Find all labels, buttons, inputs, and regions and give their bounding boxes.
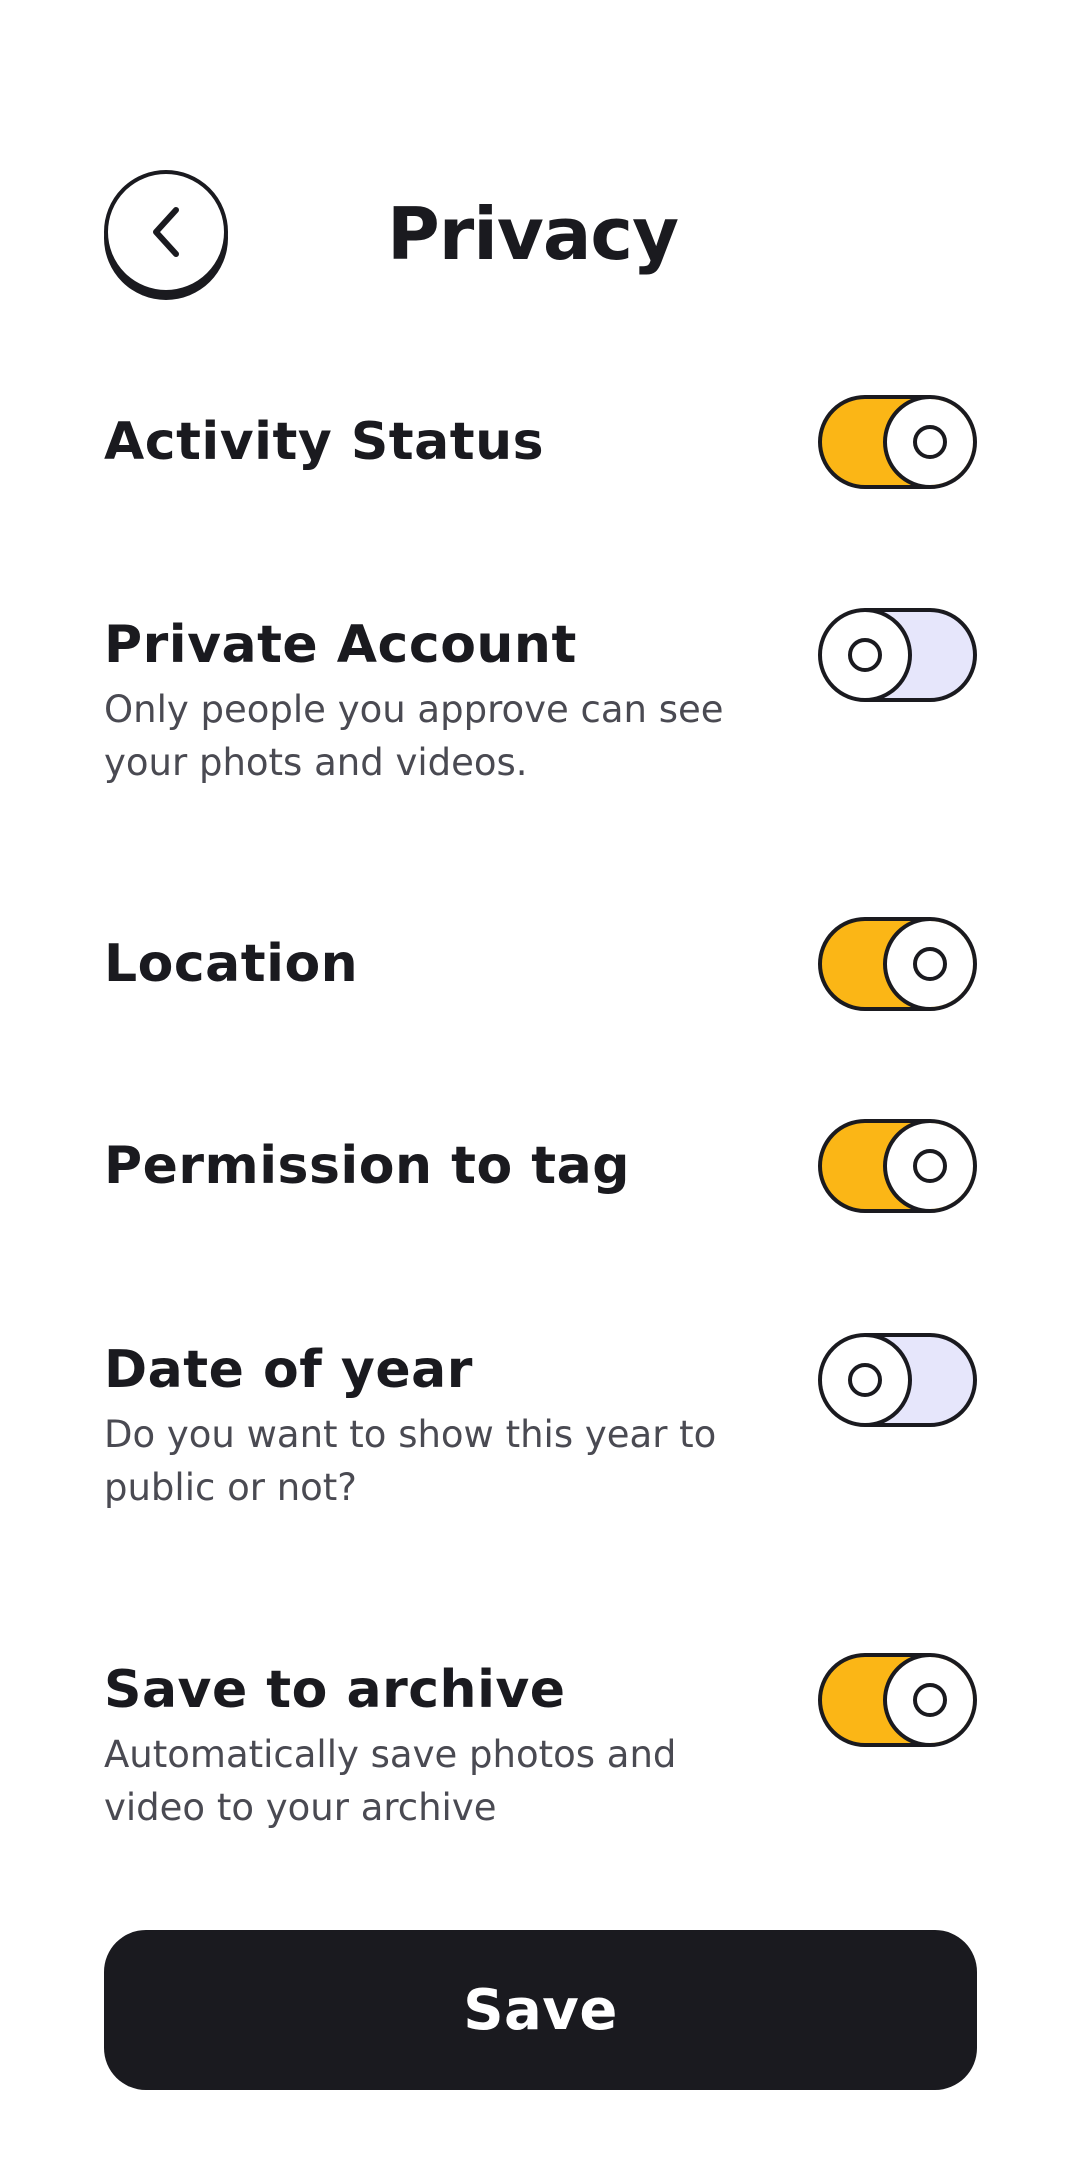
setting-title: Date of year	[104, 1340, 473, 1400]
page-title: Privacy	[386, 192, 679, 276]
toggle-knob-dot	[913, 947, 947, 981]
toggle-knob	[822, 1337, 912, 1423]
permission-to-tag-toggle[interactable]	[818, 1119, 977, 1213]
setting-description: Only people you approve can see your pho…	[104, 688, 724, 784]
activity-status-toggle[interactable]	[818, 395, 977, 489]
location-toggle[interactable]	[818, 917, 977, 1011]
date-of-year-toggle[interactable]	[818, 1333, 977, 1427]
toggle-knob-dot	[913, 1683, 947, 1717]
toggle-knob-dot	[848, 638, 882, 672]
setting-title: Private Account	[104, 615, 577, 675]
setting-title: Save to archive	[104, 1660, 566, 1720]
setting-description: Do you want to show this year to public …	[104, 1413, 717, 1509]
toggle-knob-dot	[913, 1149, 947, 1183]
setting-title: Activity Status	[104, 412, 545, 472]
setting-title: Permission to tag	[104, 1136, 630, 1196]
toggle-knob	[883, 1123, 973, 1209]
save-to-archive-toggle[interactable]	[818, 1653, 977, 1747]
toggle-knob	[883, 921, 973, 1007]
private-account-toggle[interactable]	[818, 608, 977, 702]
setting-title: Location	[104, 934, 359, 994]
toggle-knob-dot	[848, 1363, 882, 1397]
toggle-knob	[883, 1657, 973, 1743]
toggle-knob	[883, 399, 973, 485]
toggle-knob	[822, 612, 912, 698]
setting-description: Automatically save photos and video to y…	[104, 1733, 677, 1829]
toggle-knob-dot	[913, 425, 947, 459]
save-button[interactable]: Save	[104, 1930, 977, 2090]
